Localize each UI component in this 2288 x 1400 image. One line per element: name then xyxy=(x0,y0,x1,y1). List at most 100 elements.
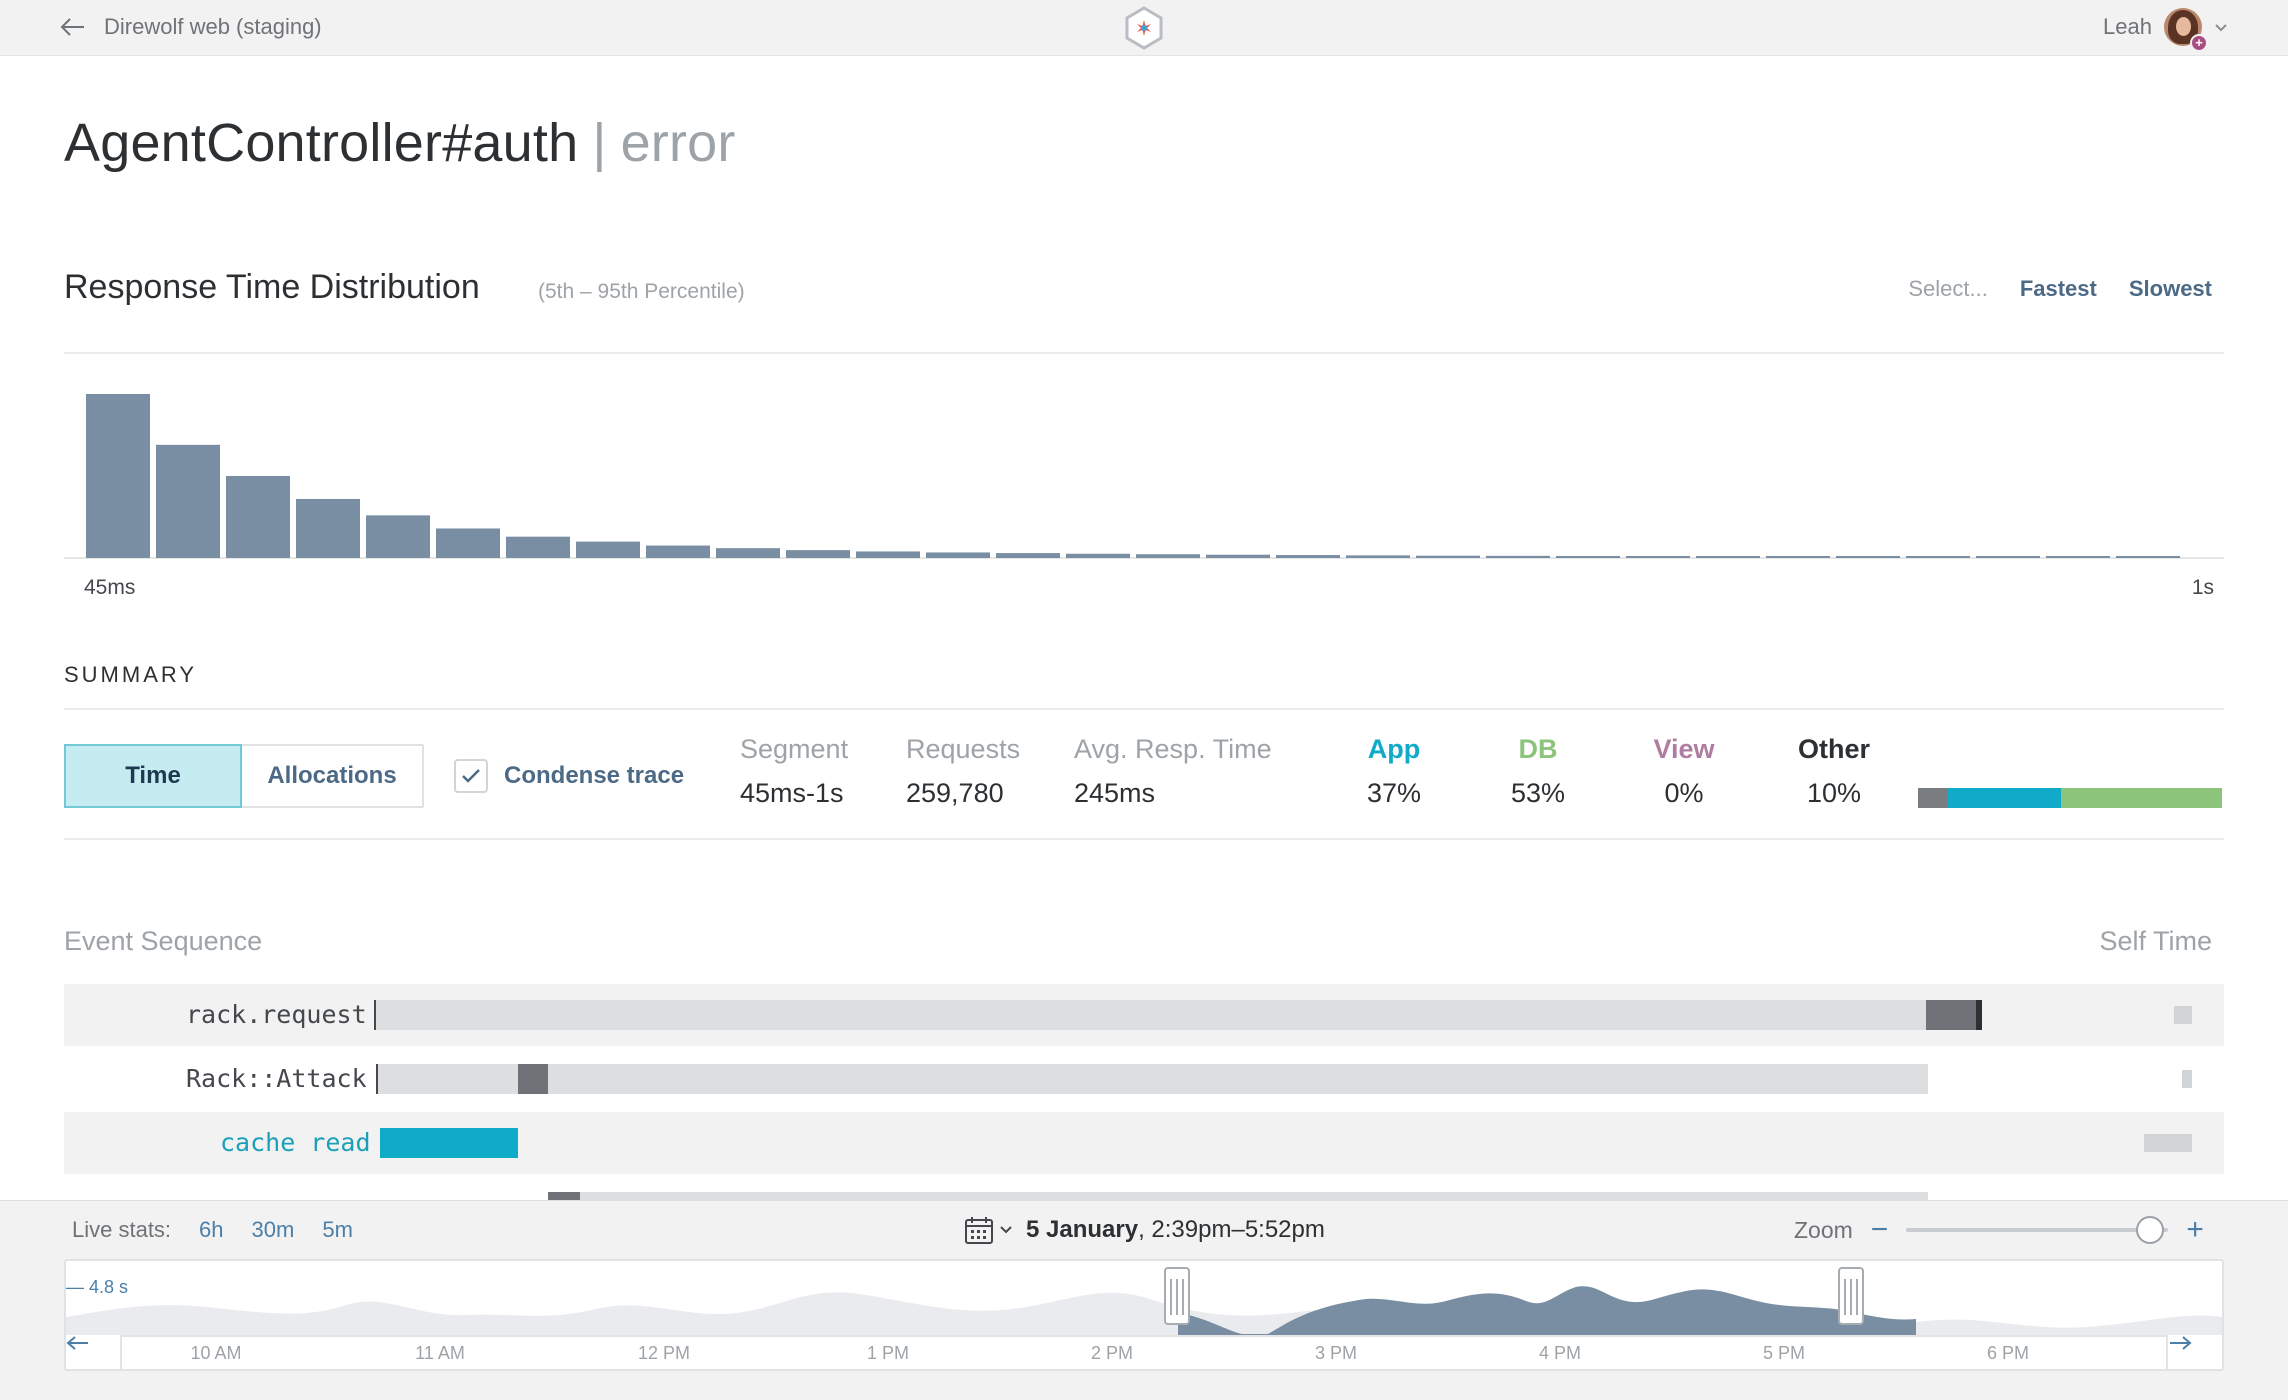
logo-icon xyxy=(1125,6,1163,50)
distribution-subtitle: (5th – 95th Percentile) xyxy=(538,280,745,303)
zoom-out-button[interactable]: − xyxy=(1871,1215,1889,1245)
user-menu[interactable]: Leah + xyxy=(2103,8,2228,52)
time-tab[interactable]: Time xyxy=(64,744,242,808)
histogram-bar[interactable] xyxy=(646,545,710,558)
timeline-overview[interactable]: — 4.8 s 10 AM 11 AM 12 PM 1 PM 2 PM 3 PM… xyxy=(64,1259,2224,1371)
range-start-handle[interactable] xyxy=(1164,1267,1190,1325)
checkmark-icon xyxy=(462,769,480,783)
event-duration-bar xyxy=(376,1000,1928,1030)
back-link[interactable]: Direwolf web (staging) xyxy=(60,10,322,44)
histogram-bar[interactable] xyxy=(2046,556,2110,558)
event-row[interactable]: Rack::Attack xyxy=(64,1048,2224,1110)
distribution-selectors: Select... Fastest Slowest xyxy=(1908,276,2212,302)
histogram-bar[interactable] xyxy=(1206,554,1270,558)
timeline-tick: 6 PM xyxy=(1986,1343,2030,1363)
live-stats-label: Live stats: xyxy=(72,1217,172,1242)
live-6h-option[interactable]: 6h xyxy=(199,1217,223,1243)
self-time-bar xyxy=(2174,1006,2192,1024)
allocations-tab[interactable]: Allocations xyxy=(242,746,422,806)
chevron-down-icon xyxy=(2215,24,2227,32)
event-label: cache read xyxy=(220,1128,371,1157)
condense-checkbox[interactable] xyxy=(454,759,488,793)
divider xyxy=(64,352,2224,354)
live-5m-option[interactable]: 5m xyxy=(322,1217,353,1243)
segment-label: Segment xyxy=(740,734,849,764)
timeline-selected-area xyxy=(1178,1286,1916,1337)
histogram-bar[interactable] xyxy=(1066,553,1130,558)
histogram-bar[interactable] xyxy=(2116,556,2180,558)
event-self-bar xyxy=(1926,1000,1978,1030)
histogram-bar[interactable] xyxy=(1906,556,1970,558)
timeline-back-button[interactable] xyxy=(66,1335,122,1369)
histogram-bar[interactable] xyxy=(366,515,430,558)
histogram-bar[interactable] xyxy=(786,550,850,558)
event-row[interactable]: rack.request xyxy=(64,984,2224,1046)
condense-trace-toggle[interactable]: Condense trace xyxy=(454,756,684,796)
histogram-bar[interactable] xyxy=(86,394,150,558)
divider xyxy=(64,838,2224,840)
zoom-in-button[interactable]: + xyxy=(2186,1215,2204,1245)
zoom-slider-knob[interactable] xyxy=(2136,1216,2165,1244)
histogram-bar[interactable] xyxy=(1416,555,1480,558)
histogram-bar[interactable] xyxy=(226,476,290,558)
view-stat: View 0% xyxy=(1634,734,1734,809)
histogram-bar[interactable] xyxy=(716,548,780,558)
event-sequence-header: Event Sequence Self Time xyxy=(64,926,2212,962)
distribution-header: Response Time Distribution (5th – 95th P… xyxy=(64,268,2224,312)
top-bar: Direwolf web (staging) Leah + xyxy=(0,0,2288,56)
segment-stat: Segment 45ms-1s xyxy=(740,734,848,809)
chevron-down-icon xyxy=(1000,1226,1012,1234)
histogram-bar[interactable] xyxy=(1276,555,1340,558)
timeline-forward-button[interactable] xyxy=(2166,1335,2222,1369)
histogram-bar[interactable] xyxy=(1626,556,1690,558)
db-stat: DB 53% xyxy=(1488,734,1588,809)
histogram-bar[interactable] xyxy=(1766,556,1830,558)
histogram-bar[interactable] xyxy=(1346,555,1410,558)
time-range-label: , 2:39pm–5:52pm xyxy=(1138,1216,1325,1243)
db-label: DB xyxy=(1518,734,1558,764)
histogram-bar[interactable] xyxy=(996,553,1060,558)
live-stats: Live stats: 6h 30m 5m xyxy=(72,1217,353,1243)
slowest-link[interactable]: Slowest xyxy=(2129,276,2212,302)
self-time-bar xyxy=(2144,1134,2192,1152)
histogram-bar[interactable] xyxy=(436,528,500,558)
time-selector-bar: Live stats: 6h 30m 5m 5 January, 2:39pm–… xyxy=(0,1200,2288,1400)
requests-value: 259,780 xyxy=(906,778,1004,808)
date-picker[interactable]: 5 January, 2:39pm–5:52pm xyxy=(964,1211,1325,1249)
date-label: 5 January xyxy=(1026,1216,1139,1243)
histogram-bar[interactable] xyxy=(1976,556,2040,558)
event-row[interactable]: cache read xyxy=(64,1112,2224,1174)
histogram-bar[interactable] xyxy=(1836,556,1900,558)
avg-response-label: Avg. Resp. Time xyxy=(1074,734,1272,764)
zoom-label: Zoom xyxy=(1794,1216,1853,1243)
range-end-handle[interactable] xyxy=(1838,1267,1864,1325)
view-label: View xyxy=(1653,734,1715,764)
zoom-slider-track xyxy=(1906,1228,2169,1232)
segment-value: 45ms-1s xyxy=(740,778,844,808)
histogram-bar[interactable] xyxy=(926,552,990,558)
event-duration-bar xyxy=(380,1128,518,1158)
histogram-bar[interactable] xyxy=(506,536,570,558)
histogram-bar[interactable] xyxy=(1696,556,1760,558)
histogram-bar[interactable] xyxy=(1556,556,1620,558)
metric-toggle: Time Allocations xyxy=(64,744,424,808)
histogram-bar[interactable] xyxy=(856,551,920,558)
histogram-bar[interactable] xyxy=(296,498,360,558)
endpoint-name: AgentController#auth xyxy=(64,113,579,173)
zoom-slider[interactable] xyxy=(1906,1215,2169,1245)
timeline-tick: 12 PM xyxy=(637,1343,691,1363)
timeline-tick: 10 AM xyxy=(190,1343,242,1363)
other-label: Other xyxy=(1797,734,1870,764)
histogram-bar[interactable] xyxy=(576,541,640,558)
fastest-link[interactable]: Fastest xyxy=(2020,276,2097,302)
histogram-bar[interactable] xyxy=(1136,554,1200,558)
event-sequence-title: Event Sequence xyxy=(64,926,263,956)
app-name: Direwolf web (staging) xyxy=(104,14,322,39)
histogram-bar[interactable] xyxy=(156,444,220,558)
response-time-histogram[interactable]: 45ms 1s xyxy=(64,370,2224,600)
histogram-bar[interactable] xyxy=(1486,555,1550,558)
other-stat: Other 10% xyxy=(1784,734,1884,809)
arrow-left-icon xyxy=(66,1336,88,1350)
live-30m-option[interactable]: 30m xyxy=(252,1217,295,1243)
view-value: 0% xyxy=(1664,778,1704,808)
